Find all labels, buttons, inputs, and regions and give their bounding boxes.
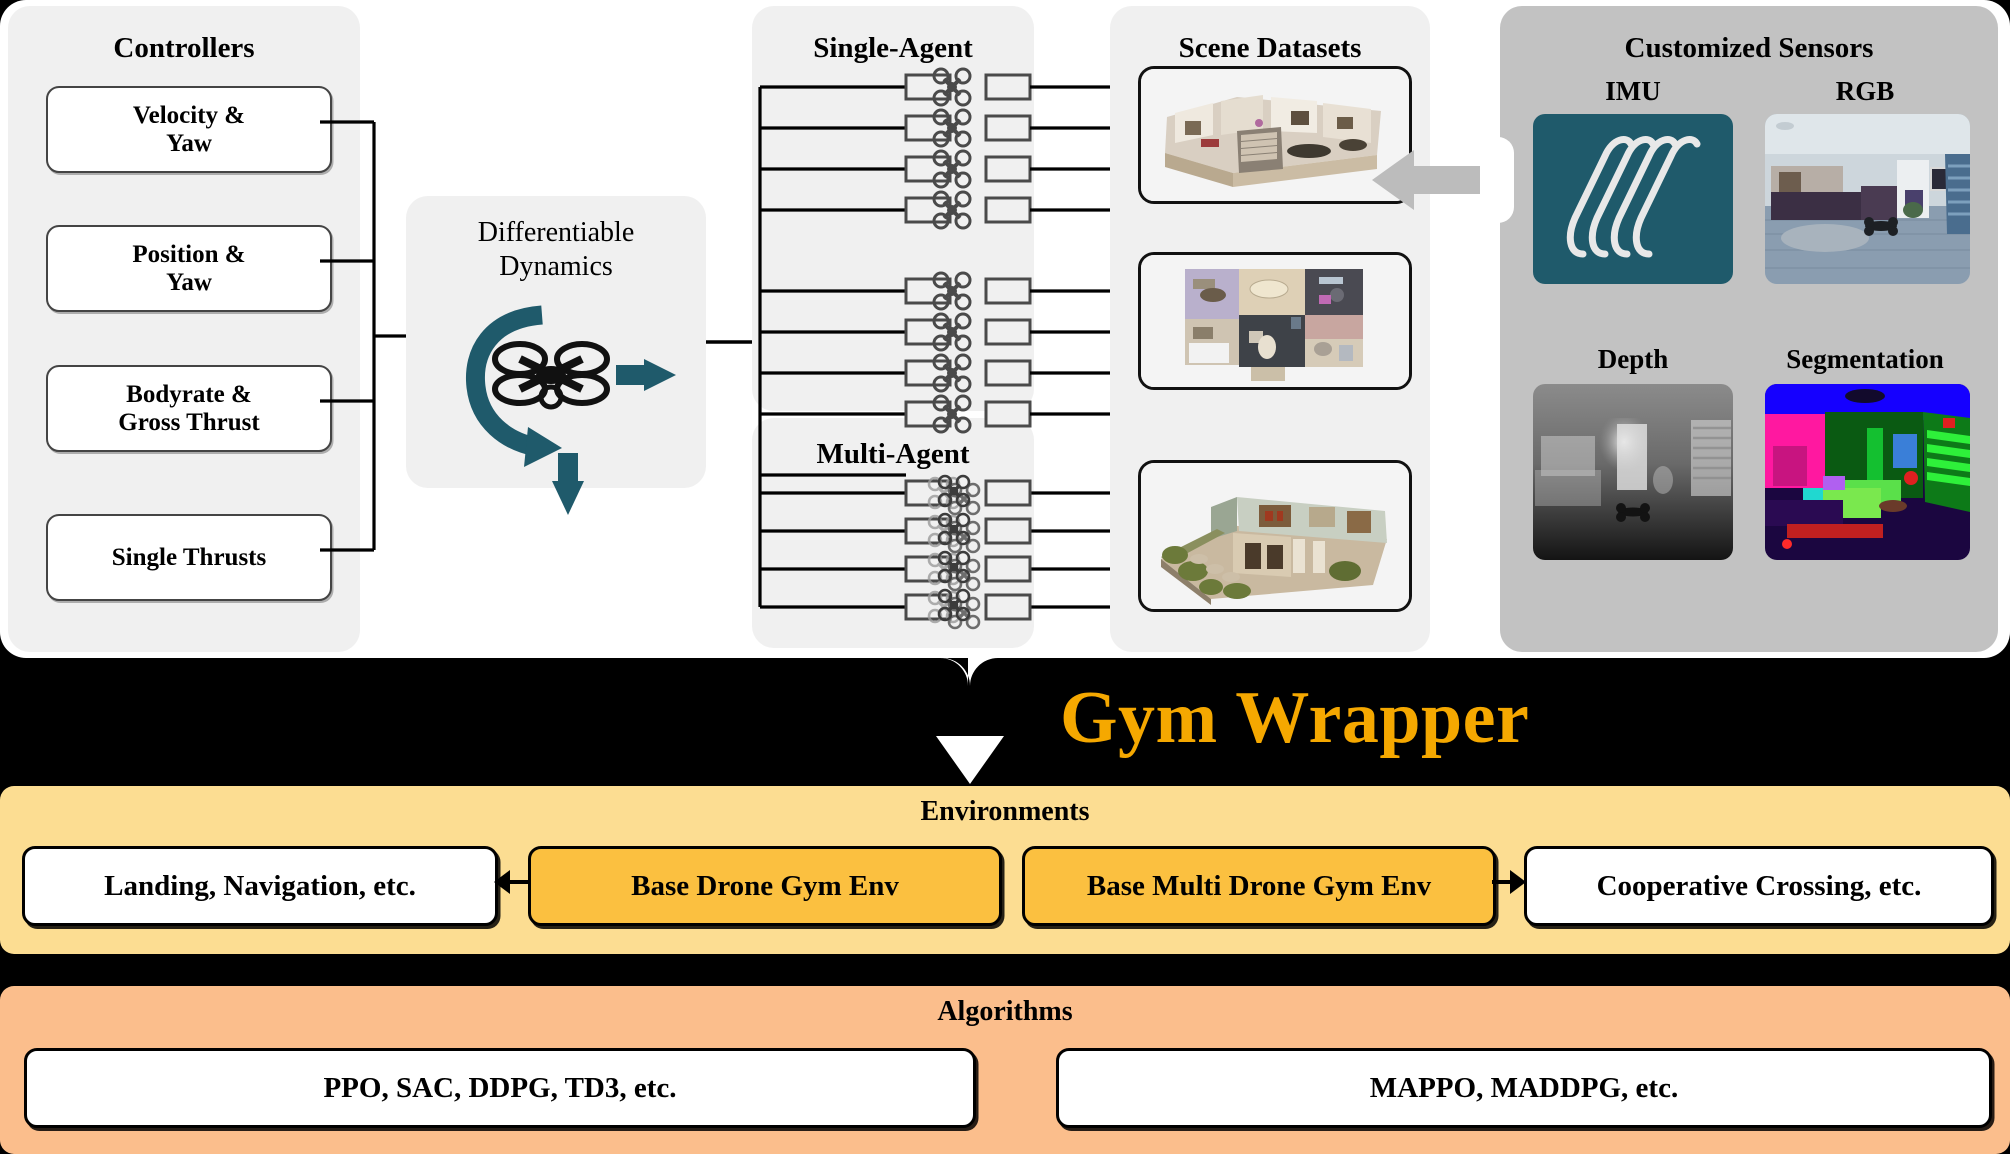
algorithms-section: Algorithms PPO, SAC, DDPG, TD3, etc. MAP… [0, 986, 2010, 1154]
scene-datasets-title: Scene Datasets [1178, 32, 1362, 64]
dynamics-title: Differentiable Dynamics [477, 217, 635, 283]
drone-rotation-icon [465, 305, 676, 515]
scene-card-top-down-apartment[interactable] [1138, 252, 1412, 390]
controller-label: Velocity & Yaw [132, 101, 246, 157]
algorithms-title: Algorithms [937, 996, 1073, 1027]
alg-box-single-agent[interactable]: PPO, SAC, DDPG, TD3, etc. [24, 1048, 976, 1128]
sensor-image-imu[interactable] [1533, 114, 1733, 284]
sensor-image-depth[interactable] [1533, 384, 1733, 560]
env-box-label: Cooperative Crossing, etc. [1596, 869, 1922, 902]
env-box-label: Landing, Navigation, etc. [104, 869, 416, 902]
env-box-landing-navigation[interactable]: Landing, Navigation, etc. [22, 846, 498, 926]
sensor-panel-notch [1480, 137, 1514, 223]
controller-label: Bodyrate & Gross Thrust [118, 380, 260, 436]
controllers-title: Controllers [113, 32, 255, 64]
scene-card-house-with-garden[interactable] [1138, 460, 1412, 612]
sensor-label-rgb: RGB [1835, 76, 1895, 106]
arrow-base-drone-to-landing [494, 870, 528, 894]
controller-label: Single Thrusts [111, 543, 267, 571]
gym-wrapper-title: Gym Wrapper [1060, 677, 1530, 759]
controller-label: Position & Yaw [132, 240, 246, 296]
env-box-label: Base Drone Gym Env [631, 869, 899, 902]
imu-waveform-icon [1566, 136, 1701, 258]
architecture-top-panel: Controllers Velocity & Yaw Position & Yaw … [0, 0, 2010, 658]
agent-rows-wiring [758, 67, 1154, 477]
scene-datasets-panel: Scene Datasets [1110, 6, 1430, 652]
customized-sensors-panel: Customized Sensors IMU RGB Depth Segment… [1500, 6, 1998, 652]
house-with-garden-scan-image [1141, 463, 1409, 609]
gym-wrapper-band: Gym Wrapper [0, 658, 2010, 784]
alg-box-multi-agent[interactable]: MAPPO, MADDPG, etc. [1056, 1048, 1992, 1128]
environments-title: Environments [920, 796, 1090, 827]
arrow-base-multi-to-cooperative [1492, 870, 1526, 894]
down-arrow-icon [880, 658, 1070, 784]
controller-position-yaw[interactable]: Position & Yaw [46, 225, 332, 312]
controllers-panel: Controllers Velocity & Yaw Position & Yaw … [8, 6, 360, 652]
environments-section: Environments Landing, Navigation, etc. B… [0, 786, 2010, 954]
segmentation-image [1765, 384, 1970, 560]
env-box-base-drone-gym-env[interactable]: Base Drone Gym Env [528, 846, 1002, 926]
top-down-apartment-scan-image [1141, 255, 1409, 387]
env-box-label: Base Multi Drone Gym Env [1086, 869, 1432, 902]
alg-box-label: MAPPO, MADDPG, etc. [1369, 1071, 1679, 1104]
depth-map-image [1533, 384, 1733, 560]
differentiable-dynamics-panel: Differentiable Dynamics [406, 196, 706, 515]
multi-agent-rows-wiring [758, 474, 1154, 630]
alg-box-label: PPO, SAC, DDPG, TD3, etc. [323, 1071, 677, 1104]
rgb-room-image [1765, 114, 1970, 284]
controller-velocity-yaw[interactable]: Velocity & Yaw [46, 86, 332, 173]
env-box-base-multi-drone-gym-env[interactable]: Base Multi Drone Gym Env [1022, 846, 1496, 926]
sensor-image-segmentation[interactable] [1765, 384, 1970, 560]
customized-sensors-title: Customized Sensors [1624, 32, 1874, 64]
controller-bodyrate-gross-thrust[interactable]: Bodyrate & Gross Thrust [46, 365, 332, 452]
sensor-label-segmentation: Segmentation [1786, 344, 1944, 374]
multi-floor-house-scan-image [1141, 69, 1409, 201]
controller-single-thrusts[interactable]: Single Thrusts [46, 514, 332, 601]
scene-card-multi-floor-house[interactable] [1138, 66, 1412, 204]
sensor-label-depth: Depth [1597, 344, 1669, 374]
env-box-cooperative-crossing[interactable]: Cooperative Crossing, etc. [1524, 846, 1994, 926]
sensor-image-rgb[interactable] [1765, 114, 1970, 284]
sensor-label-imu: IMU [1605, 76, 1661, 106]
